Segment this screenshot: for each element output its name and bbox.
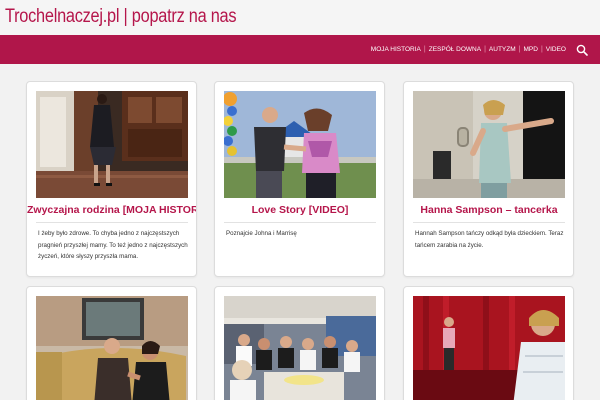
post-title[interactable]: Love Story [VIDEO] xyxy=(215,204,384,216)
post-title[interactable]: Hanna Sampson – tancerka xyxy=(404,204,573,216)
post-card[interactable] xyxy=(26,286,197,400)
post-excerpt: Poznajcie Johna i Marrisę xyxy=(226,230,297,237)
title-divider xyxy=(36,222,188,223)
post-thumbnail[interactable] xyxy=(36,296,188,400)
site-header: Trochelnaczej.pl | popatrz na nas xyxy=(0,0,600,35)
nav-item-mpd[interactable]: MPD xyxy=(521,46,539,53)
post-thumbnail[interactable] xyxy=(413,91,565,198)
post-thumbnail[interactable] xyxy=(413,296,565,400)
post-thumbnail[interactable] xyxy=(224,296,376,400)
post-card[interactable]: Zwyczajna rodzina [MOJA HISTORIA] I żeby… xyxy=(26,81,197,277)
post-thumbnail[interactable] xyxy=(36,91,188,198)
title-divider xyxy=(224,222,376,223)
main-navigation: MOJA HISTORIA | ZESPÓŁ DOWNA | AUTYZM | … xyxy=(0,35,600,64)
post-card[interactable]: Love Story [VIDEO] Poznajcie Johna i Mar… xyxy=(214,81,385,277)
nav-item-zespol-downa[interactable]: ZESPÓŁ DOWNA xyxy=(427,46,483,53)
post-card[interactable] xyxy=(214,286,385,400)
post-excerpt: Hannah Sampson tańczy odkąd była dziecki… xyxy=(415,230,564,249)
search-icon[interactable] xyxy=(576,44,588,56)
post-card[interactable] xyxy=(403,286,574,400)
nav-item-autyzm[interactable]: AUTYZM xyxy=(487,46,518,53)
nav-menu: MOJA HISTORIA | ZESPÓŁ DOWNA | AUTYZM | … xyxy=(369,35,568,64)
nav-item-video[interactable]: VIDEO xyxy=(544,46,568,53)
post-excerpt: I żeby było zdrowe. To chyba jedno z naj… xyxy=(38,230,188,260)
nav-item-moja-historia[interactable]: MOJA HISTORIA xyxy=(369,46,423,53)
post-thumbnail[interactable] xyxy=(224,91,376,198)
site-title[interactable]: Trochelnaczej.pl | popatrz na nas xyxy=(5,6,237,28)
title-divider xyxy=(413,222,565,223)
post-card[interactable]: Hanna Sampson – tancerka Hannah Sampson … xyxy=(403,81,574,277)
post-title[interactable]: Zwyczajna rodzina [MOJA HISTORIA] xyxy=(27,204,196,216)
